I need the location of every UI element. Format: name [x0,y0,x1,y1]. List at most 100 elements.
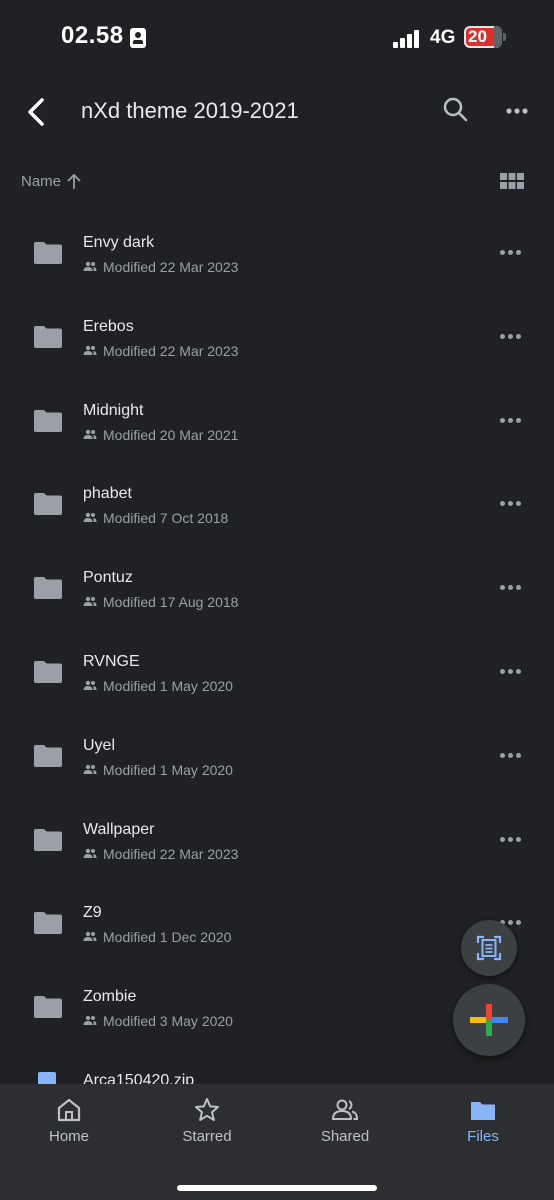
arrow-up-icon [67,174,81,189]
star-icon [195,1098,219,1121]
more-horizontal-icon [500,333,505,339]
item-more-options-button[interactable] [496,330,524,344]
list-item[interactable]: Uyel Modified 1 May 2020 [0,705,554,789]
folder-icon [34,996,62,1019]
nav-home[interactable]: Home [0,1084,138,1160]
item-more-options-button[interactable] [496,497,524,511]
battery-icon: 20 [464,26,502,48]
list-item[interactable]: RVNGE Modified 1 May 2020 [0,621,554,705]
back-button[interactable] [20,94,56,130]
more-horizontal-icon [508,501,513,507]
nav-files-label: Files [467,1128,499,1145]
bottom-navigation: Home Starred Shared Files [0,1084,554,1200]
battery-nub [503,33,506,41]
zip-file-icon [38,1072,56,1084]
more-horizontal-icon [508,752,513,758]
folder-icon [34,744,62,767]
file-name: Arca150420.zip [83,1072,195,1084]
modified-date: Modified 22 Mar 2023 [103,342,239,359]
modified-date: Modified 3 May 2020 [103,1013,233,1030]
more-options-button[interactable] [500,94,534,128]
grid-view-button[interactable] [498,170,526,194]
more-horizontal-icon [516,250,521,255]
modified-date: Modified 22 Mar 2023 [103,259,239,275]
more-horizontal-icon [500,501,505,507]
file-name: Uyel [83,736,116,754]
file-name: RVNGE [83,653,140,670]
more-horizontal-icon [508,333,513,339]
network-type: 4G [430,27,456,48]
contact-card-icon [130,28,146,48]
drive-screen: 02.58 4G 20 nXd theme 2019-2021 Name Env… [0,0,554,1200]
file-name: phabet [83,485,132,503]
item-more-options-button[interactable] [496,246,524,260]
shared-people-icon [83,764,97,774]
file-name: Erebos [83,317,134,335]
item-more-options-button[interactable] [496,414,524,428]
search-icon [443,97,468,122]
item-more-options-button[interactable] [496,833,524,847]
shared-people-icon [83,848,97,858]
modified-date: Modified 1 Dec 2020 [103,929,232,946]
folder-icon [34,242,62,264]
list-item[interactable]: phabet Modified 7 Oct 2018 [0,453,554,537]
folder-icon [34,493,62,516]
folder-icon [471,1102,495,1120]
more-horizontal-icon [508,250,513,255]
nav-home-label: Home [48,1128,89,1145]
more-horizontal-icon [516,501,521,507]
folder-icon [34,325,62,348]
home-indicator[interactable] [177,1185,377,1191]
search-button[interactable] [438,92,474,128]
chevron-left-icon [28,98,44,126]
modified-date: Modified 1 May 2020 [103,761,233,778]
people-icon [332,1099,359,1120]
folder-icon [34,661,62,683]
list-item[interactable]: Wallpaper Modified 22 Mar 2023 [0,789,554,873]
status-time: 02.58 [61,22,124,49]
app-bar: nXd theme 2019-2021 [0,76,554,148]
plus-icon [470,1004,508,1036]
folder-icon [34,409,62,432]
list-item[interactable]: Envy dark Modified 22 Mar 2023 [0,202,554,286]
grid-view-icon [500,173,524,189]
item-more-options-button[interactable] [496,665,524,679]
list-item[interactable]: Midnight Modified 20 Mar 2021 [0,370,554,454]
shared-people-icon [83,680,97,690]
modified-date: Modified 1 May 2020 [103,678,233,694]
home-icon [57,1098,81,1122]
more-horizontal-icon [500,250,505,255]
document-scan-icon [476,935,502,961]
nav-starred[interactable]: Starred [138,1084,276,1160]
more-horizontal-icon [500,669,505,674]
more-horizontal-icon [500,417,505,423]
modified-date: Modified 20 Mar 2021 [103,426,239,443]
page-title: nXd theme 2019-2021 [81,98,299,123]
more-horizontal-icon [516,669,521,674]
signal-strength-icon [393,28,423,48]
more-horizontal-icon [500,752,505,758]
item-more-options-button[interactable] [496,581,524,595]
modified-date: Modified 7 Oct 2018 [103,510,229,527]
scan-document-button[interactable] [461,920,517,976]
file-name: Pontuz [83,569,133,587]
file-name: Z9 [83,904,102,922]
list-item-partial[interactable]: Arca150420.zip [0,1062,554,1084]
more-horizontal-icon [508,836,513,842]
more-horizontal-icon [500,836,505,842]
new-item-button[interactable] [453,984,525,1056]
shared-people-icon [83,932,97,942]
list-item[interactable]: Erebos Modified 22 Mar 2023 [0,286,554,370]
nav-shared[interactable]: Shared [276,1084,414,1160]
nav-files[interactable]: Files [414,1084,552,1160]
file-name: Midnight [83,401,144,419]
list-item[interactable]: Pontuz Modified 17 Aug 2018 [0,537,554,621]
shared-people-icon [83,261,97,271]
more-horizontal-icon [516,417,521,423]
folder-icon [34,577,62,600]
shared-people-icon [83,513,97,523]
item-more-options-button[interactable] [496,749,524,763]
more-horizontal-icon [500,585,505,591]
shared-people-icon [83,429,97,439]
sort-by-name-button[interactable]: Name [21,172,83,190]
